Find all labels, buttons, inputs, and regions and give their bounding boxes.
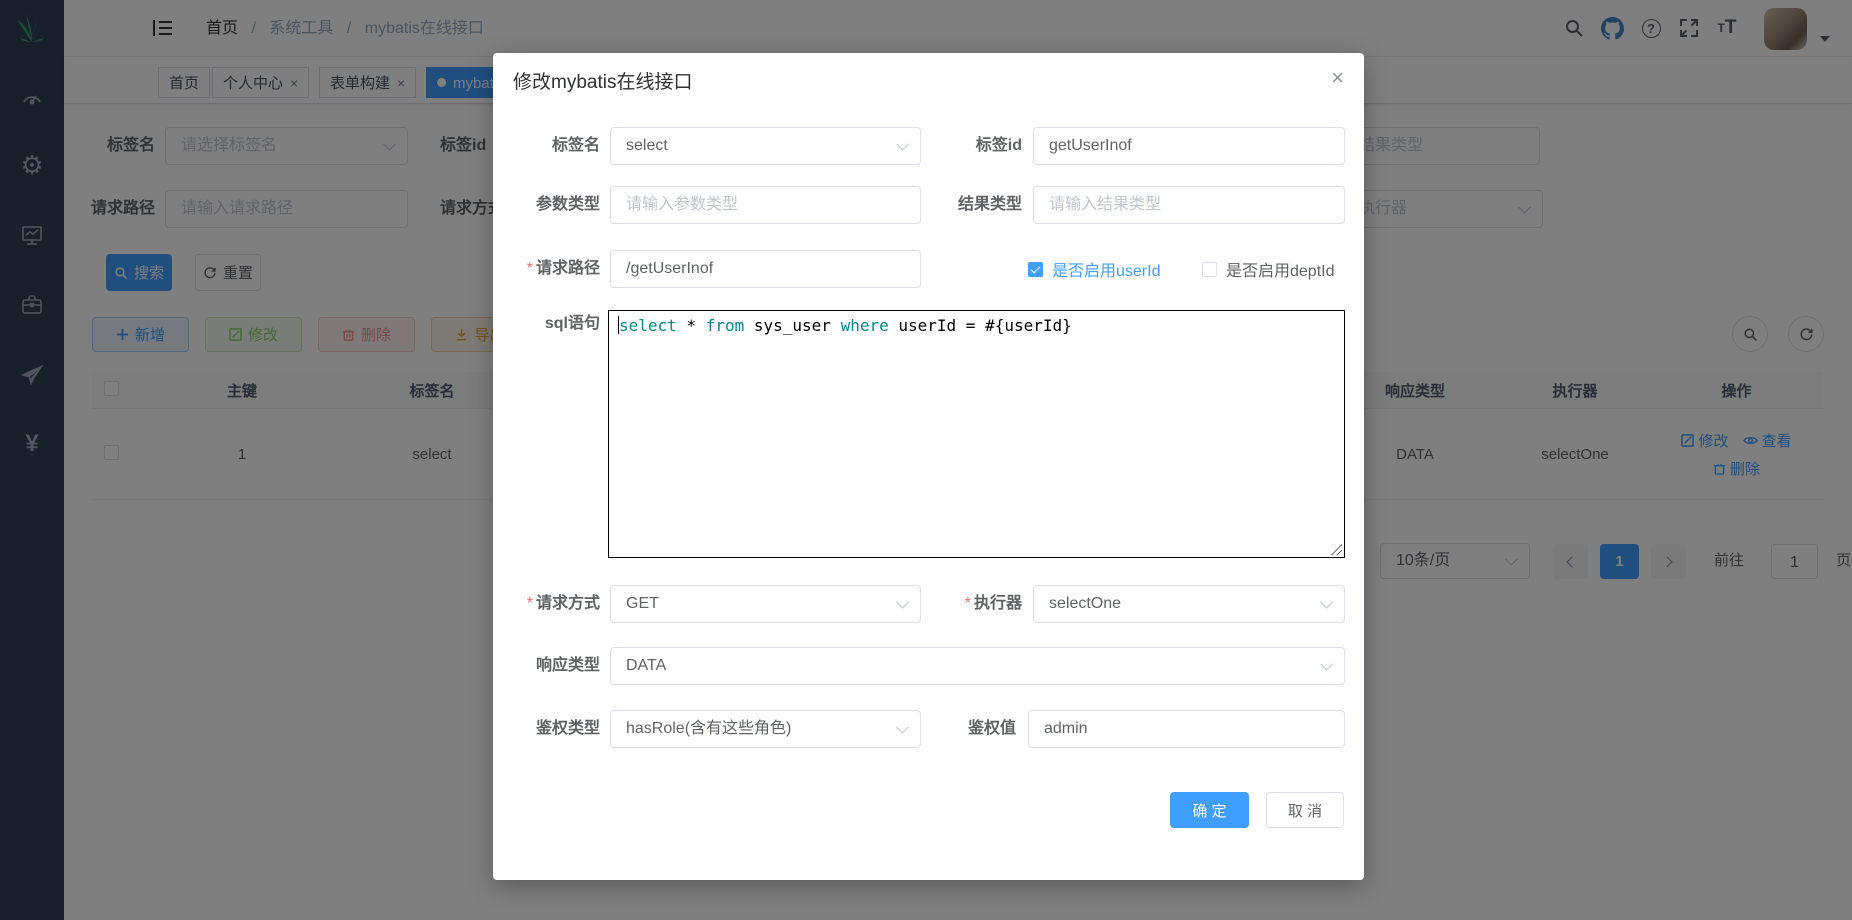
sql-keyword: select [619, 316, 677, 335]
request-method-label: *请求方式 [493, 585, 600, 623]
tag-name-label: 标签名 [493, 127, 600, 165]
select-value: hasRole(含有这些角色) [626, 720, 791, 737]
sql-keyword: where [841, 316, 889, 335]
chevron-down-icon [896, 721, 909, 734]
select-value: select [626, 137, 668, 154]
checkbox-unchecked-icon [1202, 262, 1217, 277]
dialog-title: 修改mybatis在线接口 [513, 67, 692, 94]
required-marker: * [965, 595, 971, 612]
resize-handle[interactable] [1329, 542, 1342, 555]
request-path-label: *请求路径 [493, 250, 600, 288]
auth-type-select[interactable]: hasRole(含有这些角色) [610, 710, 921, 748]
checkbox-label: 是否启用userId [1052, 257, 1160, 281]
auth-value-field[interactable] [1028, 710, 1345, 748]
select-value: GET [626, 595, 659, 612]
tag-id-label: 标签id [913, 127, 1022, 165]
request-path-input[interactable] [626, 251, 905, 287]
response-type-label: 响应类型 [493, 647, 600, 685]
sql-keyword: from [706, 316, 745, 335]
select-value: selectOne [1049, 595, 1121, 612]
response-type-select[interactable]: DATA [610, 647, 1345, 685]
chevron-down-icon [896, 138, 909, 151]
sql-code-editor[interactable]: select * from sys_user where userId = #{… [608, 310, 1345, 558]
required-marker: * [527, 260, 533, 277]
edit-dialog: 修改mybatis在线接口 × 标签名 select 标签id 参数类型 结果类… [493, 53, 1364, 880]
auth-value-input[interactable] [1044, 711, 1329, 747]
chevron-down-icon [896, 596, 909, 609]
confirm-button[interactable]: 确 定 [1170, 792, 1249, 828]
request-method-select[interactable]: GET [610, 585, 921, 623]
executor-label: *执行器 [913, 585, 1022, 623]
chevron-down-icon [1320, 658, 1333, 671]
result-type-input[interactable] [1049, 187, 1329, 223]
close-icon[interactable]: × [1331, 65, 1344, 91]
request-path-field[interactable] [610, 250, 921, 288]
checkbox-checked-icon [1028, 262, 1043, 277]
select-value: DATA [626, 657, 666, 674]
param-type-label: 参数类型 [493, 186, 600, 224]
enable-userid-checkbox[interactable]: 是否启用userId [1028, 250, 1160, 288]
param-type-input[interactable] [626, 187, 905, 223]
sql-label: sql语句 [493, 305, 600, 343]
tag-id-input[interactable] [1049, 128, 1329, 164]
cancel-button[interactable]: 取 消 [1266, 792, 1344, 828]
tag-name-select[interactable]: select [610, 127, 921, 165]
auth-type-label: 鉴权类型 [493, 710, 600, 748]
auth-value-label: 鉴权值 [913, 710, 1016, 748]
enable-deptid-checkbox[interactable]: 是否启用deptId [1202, 250, 1335, 288]
required-marker: * [527, 595, 533, 612]
executor-select[interactable]: selectOne [1033, 585, 1345, 623]
param-type-field[interactable] [610, 186, 921, 224]
tag-id-field[interactable] [1033, 127, 1345, 165]
chevron-down-icon [1320, 596, 1333, 609]
result-type-field[interactable] [1033, 186, 1345, 224]
checkbox-label: 是否启用deptId [1226, 257, 1335, 281]
result-type-label: 结果类型 [913, 186, 1022, 224]
